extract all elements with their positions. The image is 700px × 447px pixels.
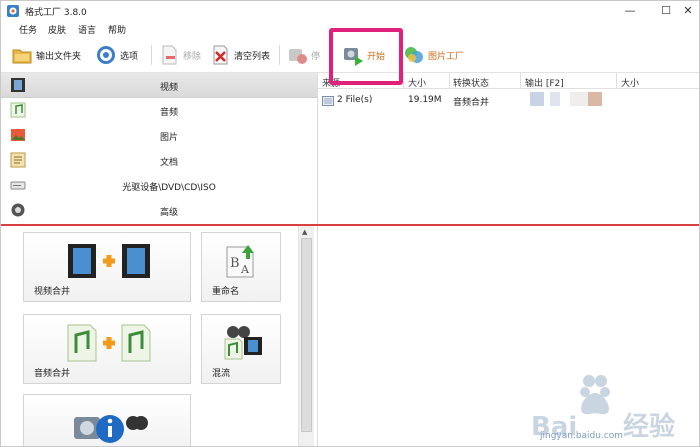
task-status: 音频合并	[453, 98, 490, 108]
category-video[interactable]: 视频	[1, 73, 317, 98]
obscured-output-fragment	[570, 92, 588, 106]
document-icon	[10, 152, 26, 168]
stop-icon	[289, 49, 307, 64]
options-button[interactable]: 选项	[95, 41, 138, 69]
menu-language[interactable]: 语言	[78, 23, 96, 36]
category-picture-label: 图片	[159, 133, 179, 143]
category-picture[interactable]: 图片	[1, 123, 317, 148]
disc-drive-icon	[10, 181, 26, 190]
toolbar-separator	[279, 45, 280, 65]
audio-merge-label: 音频合并	[34, 369, 71, 379]
output-folder-button[interactable]: 输出文件夹	[11, 41, 81, 69]
category-advanced-label: 高级	[159, 208, 179, 218]
video-merge-label: 视频合并	[34, 287, 71, 297]
output-folder-label: 输出文件夹	[36, 51, 82, 62]
clear-list-button[interactable]: 清空列表	[209, 41, 270, 69]
stop-label: 停	[311, 51, 321, 62]
watermark-url: jingyan.baidu.com	[540, 431, 624, 441]
remove-doc-icon	[162, 45, 177, 65]
tool-panel-scrollbar[interactable]: ▲	[298, 226, 314, 446]
column-divider	[449, 73, 450, 89]
music-note-icon	[10, 102, 26, 118]
category-audio[interactable]: 音频	[1, 98, 317, 123]
svg-text:A: A	[240, 263, 250, 276]
film-icon	[11, 78, 25, 92]
toolbar-separator	[151, 45, 152, 65]
obscured-output-fragment	[530, 92, 544, 106]
column-divider	[403, 73, 404, 89]
picture-icon	[11, 129, 25, 141]
mix-stream-icon	[224, 326, 262, 360]
clear-x-icon	[213, 45, 228, 65]
video-merge-tile[interactable]: 视频合并	[23, 232, 191, 302]
rename-icon: B A	[226, 245, 254, 278]
picture-factory-button[interactable]: 图片工厂	[403, 41, 464, 69]
obscured-output-fragment	[588, 92, 602, 106]
category-disc[interactable]: 光驱设备\DVD\CD\ISO	[1, 173, 317, 198]
remove-button[interactable]: 移除	[158, 41, 201, 69]
options-label: 选项	[120, 51, 139, 62]
task-size: 19.19M	[408, 95, 442, 105]
media-info-icon	[74, 415, 148, 443]
category-document[interactable]: 文档	[1, 148, 317, 173]
column-divider	[616, 73, 617, 89]
picture-factory-icon	[405, 47, 423, 63]
app-window: 格式工厂 3.8.0 — ☐ ✕ 任务 皮肤 语言 帮助 输出文件夹 选项 移除…	[0, 0, 700, 447]
menu-task[interactable]: 任务	[19, 23, 37, 36]
close-button[interactable]: ✕	[679, 3, 697, 19]
column-divider	[520, 73, 521, 89]
folder-icon	[12, 49, 32, 64]
audio-merge-icon	[67, 324, 151, 362]
category-advanced[interactable]: 高级	[1, 198, 317, 223]
category-disc-label: 光驱设备\DVD\CD\ISO	[122, 183, 216, 193]
category-list: 视频 音频 图片 文档 光驱设备\DVD\CD\ISO 高级	[1, 73, 317, 224]
column-status[interactable]: 转换状态	[453, 76, 489, 89]
mix-label: 混流	[212, 369, 231, 379]
scroll-up-arrow-icon[interactable]: ▲	[302, 228, 307, 236]
category-document-label: 文档	[159, 158, 179, 168]
remove-label: 移除	[183, 51, 202, 62]
rename-label: 重命名	[212, 287, 240, 297]
file-list-icon	[322, 96, 334, 106]
rename-tile[interactable]: B A 重命名	[201, 232, 281, 302]
category-audio-label: 音频	[159, 108, 179, 118]
task-list: 来源 大小 转换状态 输出 [F2] 大小 2 File(s) 19.19M 音…	[317, 73, 699, 224]
title-bar: 格式工厂 3.8.0 — ☐ ✕	[1, 1, 699, 21]
menu-help[interactable]: 帮助	[108, 23, 126, 36]
window-title: 格式工厂 3.8.0	[25, 8, 87, 18]
tool-panel: 视频合并 B A 重命名 音频合并 混流 ▲	[1, 226, 317, 446]
svg-text:经验: 经验	[623, 411, 675, 442]
audio-merge-tile[interactable]: 音频合并	[23, 314, 191, 384]
obscured-output-fragment	[550, 92, 560, 106]
mix-tile[interactable]: 混流	[201, 314, 281, 384]
maximize-button[interactable]: ☐	[657, 3, 675, 19]
video-merge-icon	[68, 244, 150, 278]
options-gear-icon	[97, 46, 115, 64]
stop-button[interactable]: 停	[286, 41, 320, 69]
format-factory-logo-icon	[7, 5, 19, 17]
task-row[interactable]: 2 File(s) 19.19M 音频合并	[318, 93, 699, 109]
clear-list-label: 清空列表	[234, 51, 271, 62]
advanced-icon	[11, 203, 25, 217]
menu-skin[interactable]: 皮肤	[48, 23, 66, 36]
start-button-highlight	[329, 28, 403, 85]
task-source: 2 File(s)	[337, 95, 373, 105]
minimize-button[interactable]: —	[621, 3, 639, 19]
column-size[interactable]: 大小	[408, 76, 426, 89]
column-output[interactable]: 输出 [F2]	[525, 76, 564, 89]
svg-text:B: B	[230, 256, 240, 271]
media-info-tile[interactable]	[23, 394, 191, 446]
category-video-label: 视频	[159, 83, 179, 93]
picture-factory-label: 图片工厂	[428, 51, 465, 62]
column-output-size[interactable]: 大小	[621, 76, 639, 89]
scrollbar-thumb[interactable]	[301, 238, 312, 432]
